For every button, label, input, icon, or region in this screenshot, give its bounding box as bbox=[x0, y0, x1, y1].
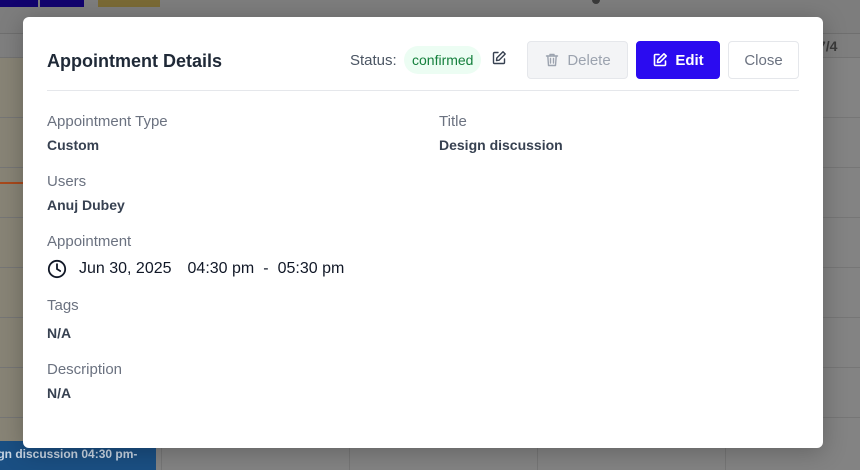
title-field: Title Design discussion bbox=[439, 113, 563, 153]
status-label: Status: bbox=[350, 52, 397, 69]
description-value: N/A bbox=[47, 385, 72, 401]
appointment-end-time: 05:30 pm bbox=[277, 260, 345, 277]
tags-field: Tags N/A bbox=[47, 297, 79, 341]
appointment-time-row: Jun 30, 2025 04:30 pm - 05:30 pm bbox=[47, 258, 344, 280]
close-button-label: Close bbox=[744, 51, 783, 69]
appointment-time-separator: - bbox=[263, 260, 269, 277]
status-badge: confirmed bbox=[404, 46, 482, 74]
appointment-details-modal: Appointment Details Status: confirmed De… bbox=[23, 17, 823, 448]
background-chip bbox=[0, 0, 38, 7]
description-field: Description N/A bbox=[47, 361, 122, 401]
tags-value: N/A bbox=[47, 325, 72, 341]
background-chip bbox=[40, 0, 84, 7]
delete-button-label: Delete bbox=[567, 51, 611, 69]
appointment-start-time: 04:30 pm bbox=[187, 260, 255, 277]
modal-header: Appointment Details Status: confirmed De… bbox=[47, 41, 799, 91]
users-value: Anuj Dubey bbox=[47, 197, 125, 213]
background-time-column bbox=[0, 58, 24, 442]
appointment-field: Appointment bbox=[47, 233, 131, 250]
modal-title: Appointment Details bbox=[47, 51, 223, 71]
title-label: Title bbox=[439, 113, 467, 130]
users-field: Users Anuj Dubey bbox=[47, 173, 125, 213]
pencil-square-icon[interactable] bbox=[491, 50, 507, 66]
tags-label: Tags bbox=[47, 297, 79, 314]
appointment-type-label: Appointment Type bbox=[47, 113, 168, 130]
appointment-label: Appointment bbox=[47, 233, 132, 250]
close-button[interactable]: Close bbox=[728, 41, 799, 79]
background-current-time-line bbox=[0, 182, 24, 184]
appointment-type-field: Appointment Type Custom bbox=[47, 113, 168, 153]
title-value: Design discussion bbox=[439, 137, 563, 153]
appointment-date: Jun 30, 2025 bbox=[79, 260, 172, 277]
background-chip bbox=[98, 0, 160, 7]
pencil-square-icon bbox=[654, 53, 668, 67]
clock-icon bbox=[47, 259, 67, 279]
delete-button[interactable]: Delete bbox=[527, 41, 628, 79]
description-label: Description bbox=[47, 361, 123, 378]
users-label: Users bbox=[47, 173, 87, 190]
edit-button-label: Edit bbox=[675, 51, 704, 69]
trash-icon bbox=[546, 53, 559, 67]
edit-button[interactable]: Edit bbox=[636, 41, 720, 79]
appointment-type-value: Custom bbox=[47, 137, 100, 153]
